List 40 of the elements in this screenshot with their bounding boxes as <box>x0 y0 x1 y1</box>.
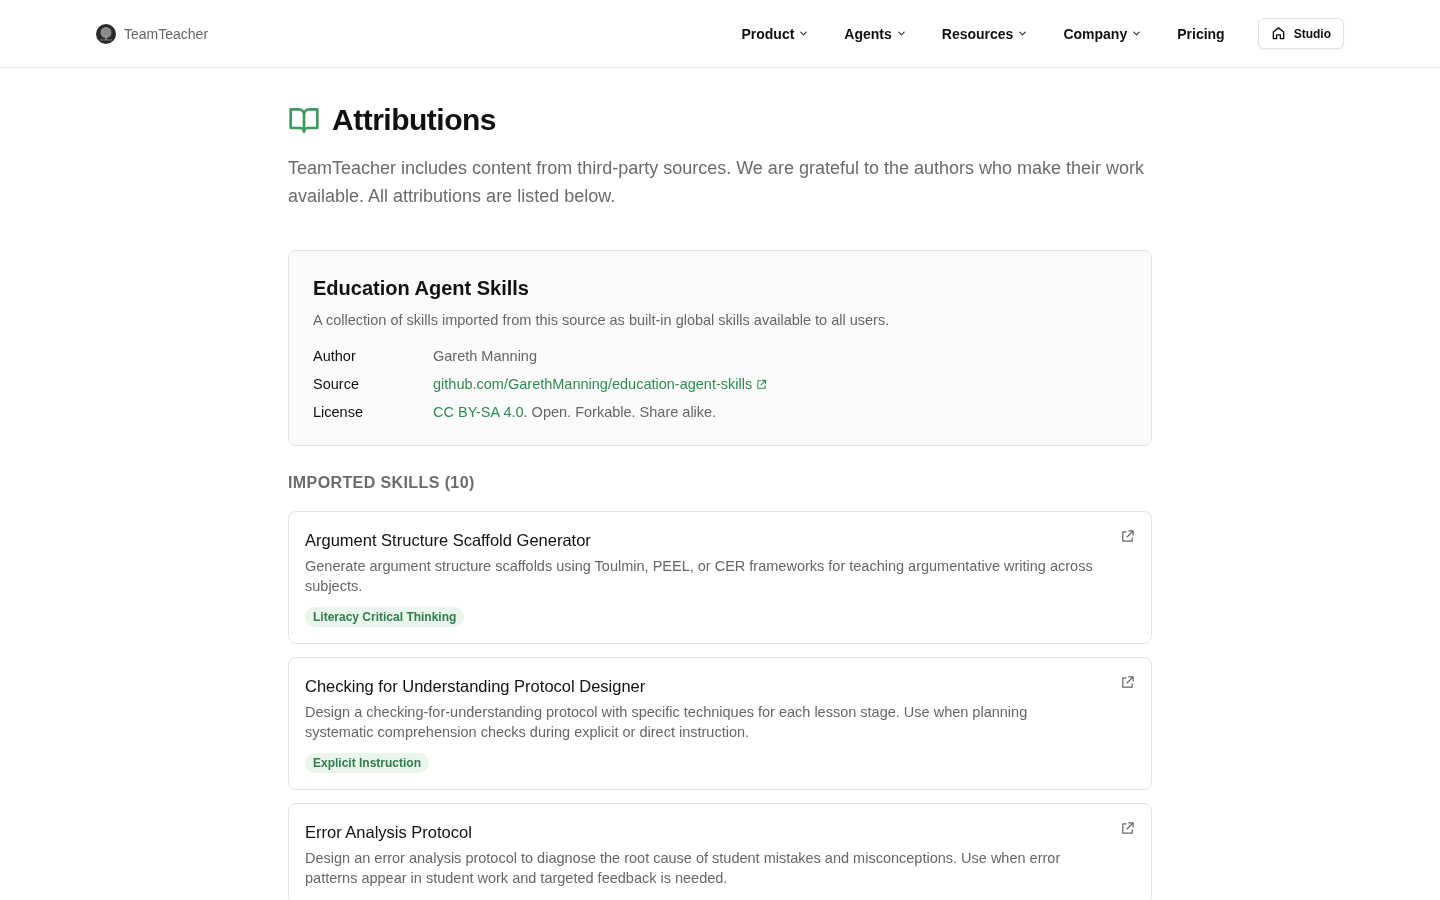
tree-logo-icon <box>96 23 116 44</box>
external-link-icon[interactable] <box>1120 529 1135 544</box>
home-icon <box>1270 26 1286 41</box>
intro-paragraph: TeamTeacher includes content from third-party sources. We are grateful to the authors who make their work available. All attributions are listed below. <box>288 157 1146 208</box>
skill-card[interactable] <box>288 657 1152 790</box>
license-text: CC BY-SA 4.0. Open. Forkable. Share alike. <box>433 403 717 422</box>
nav-menu-item[interactable]: Agents <box>844 25 906 42</box>
skill-card[interactable] <box>288 803 1152 900</box>
nav-menu-item[interactable]: Company <box>1063 25 1142 42</box>
chevron-down-icon <box>1018 29 1028 38</box>
section-heading: IMPORTED SKILLS (10) <box>288 473 476 493</box>
license-link[interactable]: CC BY-SA 4.0 <box>433 404 524 420</box>
page-title: Attributions <box>332 102 496 138</box>
brand-link[interactable]: TeamTeacher <box>96 23 209 44</box>
skill-description: Generate argument structure scaffolds using Toulmin, PEEL, or CER frameworks for teaching argumentative writing across subjects. <box>305 557 1094 596</box>
external-link-icon[interactable] <box>1120 675 1135 690</box>
skill-description: Design an error analysis protocol to diagnose the root cause of student mistakes and misconceptions. Use when error patterns appear in student work and targeted feedback is needed. <box>305 849 1062 888</box>
skill-tag: Explicit Instruction <box>305 753 429 773</box>
nav-menu-item[interactable]: Product <box>741 25 809 42</box>
nav-menu-item[interactable]: Pricing <box>1177 25 1225 42</box>
field-label: License <box>313 403 364 422</box>
field-label: Author <box>313 347 357 366</box>
source-link[interactable]: github.com/GarethManning/education-agent-skills <box>433 374 753 394</box>
external-link-icon <box>756 378 768 390</box>
chevron-down-icon <box>896 29 906 38</box>
skill-tag: Literacy Critical Thinking <box>305 607 465 627</box>
external-link-icon[interactable] <box>1120 821 1135 836</box>
skill-title: Checking for Understanding Protocol Designer <box>305 676 646 697</box>
skill-title: Error Analysis Protocol <box>305 822 472 843</box>
skill-description: Design a checking-for-understanding protocol with specific techniques for each lesson stage. Use when planning systematic comprehension checks during explicit or direct instruction. <box>305 703 1029 742</box>
nav-menu-item[interactable]: Resources <box>941 25 1028 42</box>
skill-title: Argument Structure Scaffold Generator <box>305 530 591 551</box>
field-value: Gareth Manning <box>433 347 537 366</box>
source-description: A collection of skills imported from this source as built-in global skills available to all users. <box>313 311 891 330</box>
source-title: Education Agent Skills <box>313 276 530 301</box>
chevron-down-icon <box>1132 29 1142 38</box>
chevron-down-icon <box>799 29 809 38</box>
skill-card[interactable]: Argument Structure Scaffold Generator Generate argument structure scaffolds using Toulmin, PEEL, or CER frameworks for teaching argumentative writing across subjects. Literacy Critical Thinking <box>288 511 1152 644</box>
field-label: Source <box>313 375 360 394</box>
studio-button[interactable]: Studio <box>1257 18 1344 49</box>
